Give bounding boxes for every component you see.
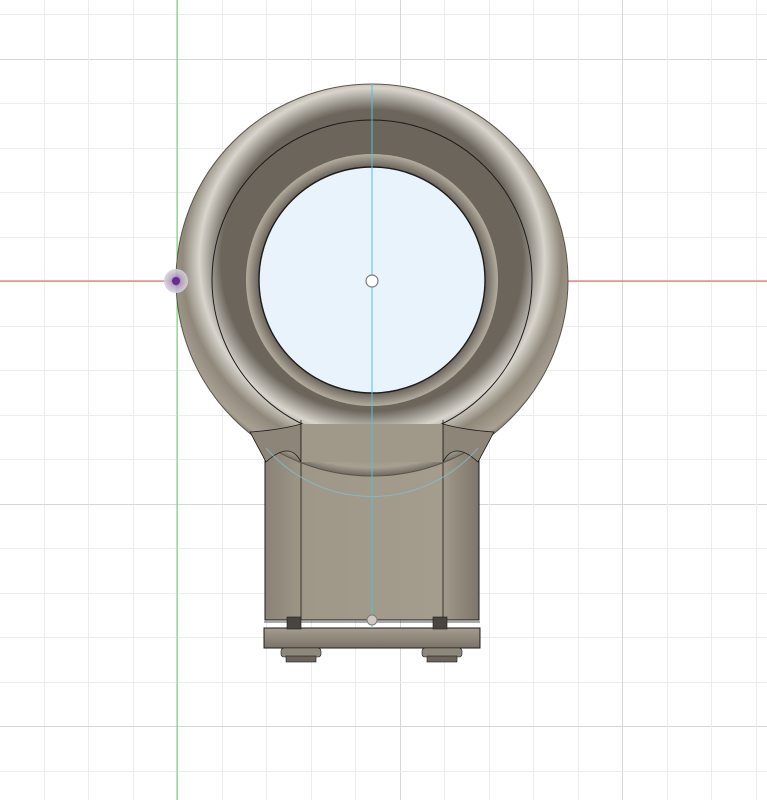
sketch-point-icon[interactable] [366, 614, 378, 626]
sketch-point-icon[interactable] [365, 274, 379, 288]
viewport-canvas[interactable] [0, 0, 767, 800]
cad-viewport[interactable] [0, 0, 767, 800]
origin-point-icon[interactable] [164, 269, 188, 293]
